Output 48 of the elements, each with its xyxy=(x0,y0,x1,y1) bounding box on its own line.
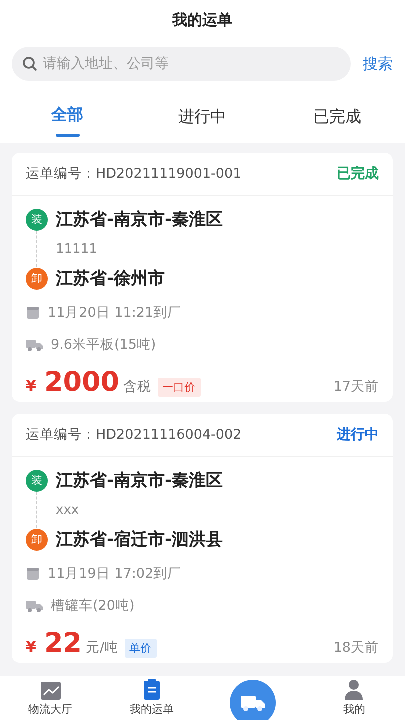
person-icon xyxy=(344,679,364,701)
price-unit: 含税 xyxy=(124,378,152,396)
unload-badge: 卸 xyxy=(26,528,48,550)
tab[interactable]: 全部 xyxy=(18,99,118,139)
truck-icon xyxy=(26,338,43,352)
price: 22 xyxy=(44,628,82,659)
calendar-icon xyxy=(26,567,40,581)
price-unit: 元/吨 xyxy=(86,639,119,657)
nav-tab[interactable]: 物流大厅 xyxy=(0,681,102,720)
load-badge: 装 xyxy=(26,470,48,492)
load-address: 江苏省-南京市-秦淮区 xyxy=(56,209,224,231)
calendar-icon xyxy=(26,306,40,320)
arrival-time: 11月20日 11:21到厂 xyxy=(48,304,182,322)
unload-address: 江苏省-宿迁市-泗洪县 xyxy=(56,529,224,551)
order-number: 运单编号：HD20211116004-002 xyxy=(26,426,242,444)
order-status: 进行中 xyxy=(337,426,379,444)
chart-icon xyxy=(40,681,62,701)
load-address: 江苏省-南京市-秦淮区 xyxy=(56,470,224,492)
search-field[interactable]: 请输入地址、公司等 xyxy=(12,47,351,81)
post-age: 17天前 xyxy=(334,378,379,396)
price-tag: 一口价 xyxy=(158,378,201,397)
order-card[interactable]: 运单编号：HD20211116004-002 进行中 装 江苏省-南京市-秦淮区 xxx 卸 江苏省-宿迁市-泗洪县 11月19日 17:02到厂 槽罐车(20吨) ¥ 22 元/吨 单价 18天前 xyxy=(12,414,393,663)
tab[interactable]: 已完成 xyxy=(288,99,388,139)
search-button[interactable]: 搜索 xyxy=(363,54,393,74)
post-age: 18天前 xyxy=(334,639,379,657)
vehicle-type: 槽罐车(20吨) xyxy=(51,597,135,615)
truck-fab-button[interactable] xyxy=(230,680,276,720)
clipboard-icon xyxy=(142,679,161,701)
currency-symbol: ¥ xyxy=(26,638,36,656)
order-number: 运单编号：HD20211119001-001 xyxy=(26,165,242,183)
order-card[interactable]: 运单编号：HD20211119001-001 已完成 装 江苏省-南京市-秦淮区 11111 卸 江苏省-徐州市 11月20日 11:21到厂 9.6米平板(15吨) ¥ 2000 含税 一口价 17天前 xyxy=(12,153,393,402)
tab[interactable]: 进行中 xyxy=(152,99,252,139)
page-title: 我的运单 xyxy=(171,10,234,31)
currency-symbol: ¥ xyxy=(26,377,36,395)
load-detail: xxx xyxy=(56,502,80,518)
truck-icon xyxy=(26,600,43,612)
nav-tab[interactable]: 我的运单 xyxy=(101,679,202,720)
price-tag: 单价 xyxy=(124,639,157,658)
unload-badge: 卸 xyxy=(26,268,48,290)
vehicle-type: 9.6米平板(15吨) xyxy=(51,336,156,354)
order-status: 已完成 xyxy=(337,165,379,183)
nav-tab[interactable]: 我的 xyxy=(304,679,405,720)
arrival-time: 11月19日 17:02到厂 xyxy=(48,565,182,583)
unload-address: 江苏省-徐州市 xyxy=(56,268,166,290)
price: 2000 xyxy=(44,367,120,398)
load-detail: 11111 xyxy=(56,242,98,256)
truck-icon xyxy=(240,693,266,713)
load-badge: 装 xyxy=(26,208,48,230)
